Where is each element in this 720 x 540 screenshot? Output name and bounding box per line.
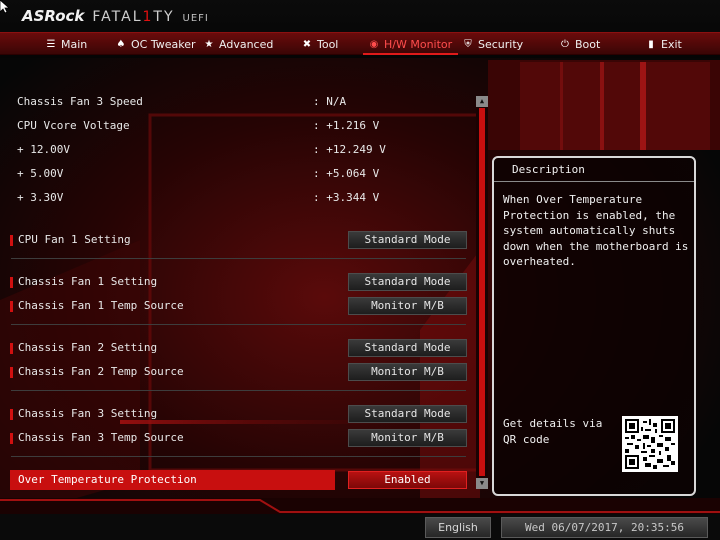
tab-boot-label: Boot — [575, 38, 601, 51]
scrollbar[interactable]: ▲ ▼ — [476, 96, 488, 489]
product-text: FATAL1TY — [92, 9, 175, 25]
scroll-thumb[interactable] — [479, 108, 485, 476]
tab-advanced-label: Advanced — [219, 38, 274, 51]
tab-boot[interactable]: ⏻ Boot — [560, 33, 600, 56]
setting-label: Over Temperature Protection — [18, 473, 197, 486]
asrock-fatal1ty-logo: ASRock FATAL1TY UEFI — [22, 7, 209, 27]
tab-security-label: Security — [478, 38, 524, 51]
divider — [11, 456, 466, 457]
tab-security[interactable]: ⛨ Security — [463, 33, 523, 56]
setting-label: Chassis Fan 1 Setting — [18, 275, 158, 288]
divider — [11, 258, 466, 259]
cpu-fan-1-setting-row[interactable]: CPU Fan 1 Setting Standard Mode — [8, 230, 478, 250]
tab-tool-label: Tool — [317, 38, 339, 51]
setting-label: Chassis Fan 3 Temp Source — [18, 431, 184, 444]
reading-label: + 3.30V — [17, 191, 64, 204]
tab-oc-tweaker-label: OC Tweaker — [131, 38, 196, 51]
rocket-icon: ♠ — [116, 38, 126, 50]
menu-icon: ☰ — [46, 38, 56, 50]
setting-value-button[interactable]: Standard Mode — [348, 231, 467, 249]
reading-value: : +3.344 V — [313, 191, 380, 204]
setting-value-button[interactable]: Monitor M/B — [348, 429, 467, 447]
setting-value-button[interactable]: Standard Mode — [348, 273, 467, 291]
header: ASRock FATAL1TY UEFI ☰ Main ♠ OC Tweaker… — [0, 0, 720, 58]
setting-label: Chassis Fan 3 Setting — [18, 407, 158, 420]
chassis-fan-3-temp-source-row[interactable]: Chassis Fan 3 Temp Source Monitor M/B — [8, 428, 478, 448]
setting-label: Chassis Fan 2 Temp Source — [18, 365, 184, 378]
setting-value-button[interactable]: Standard Mode — [348, 405, 467, 423]
tab-hw-monitor[interactable]: ◉ H/W Monitor — [362, 33, 459, 56]
exit-door-icon: ▮ — [648, 38, 654, 50]
qr-prompt-text: Get details via QR code — [503, 417, 603, 446]
description-panel: Description When Over Temperature Protec… — [492, 156, 696, 496]
reading-value: : +1.216 V — [313, 119, 380, 132]
setting-value-button[interactable]: Enabled — [348, 471, 467, 489]
setting-label: Chassis Fan 1 Temp Source — [18, 299, 184, 312]
description-title: Description — [494, 158, 694, 182]
reading-label: Chassis Fan 3 Speed — [17, 95, 143, 108]
reading-row: CPU Vcore Voltage : +1.216 V — [8, 116, 478, 136]
qr-code-icon — [622, 416, 678, 472]
chassis-fan-2-setting-row[interactable]: Chassis Fan 2 Setting Standard Mode — [8, 338, 478, 358]
datetime-display: Wed 06/07/2017, 20:35:56 — [501, 517, 708, 538]
description-text: When Over Temperature Protection is enab… — [503, 193, 689, 268]
chassis-fan-3-setting-row[interactable]: Chassis Fan 3 Setting Standard Mode — [8, 404, 478, 424]
uefi-text: UEFI — [182, 13, 209, 24]
setting-label: CPU Fan 1 Setting — [18, 233, 131, 246]
setting-label: Chassis Fan 2 Setting — [18, 341, 158, 354]
chassis-fan-2-temp-source-row[interactable]: Chassis Fan 2 Temp Source Monitor M/B — [8, 362, 478, 382]
tab-advanced[interactable]: ★ Advanced — [204, 33, 274, 56]
setting-value-button[interactable]: Standard Mode — [348, 339, 467, 357]
brand-text: ASRock — [22, 7, 85, 25]
power-icon: ⏻ — [561, 38, 569, 50]
scroll-up-arrow-icon[interactable]: ▲ — [476, 96, 488, 107]
reading-value: : +12.249 V — [313, 143, 386, 156]
divider — [11, 390, 466, 391]
tab-exit[interactable]: ▮ Exit — [646, 33, 682, 56]
reading-value: : +5.064 V — [313, 167, 380, 180]
divider — [11, 324, 466, 325]
shield-icon: ⛨ — [464, 38, 472, 50]
tab-main-label: Main — [61, 38, 88, 51]
setting-value-button[interactable]: Monitor M/B — [348, 363, 467, 381]
tab-hw-monitor-label: H/W Monitor — [384, 38, 453, 51]
setting-value-button[interactable]: Monitor M/B — [348, 297, 467, 315]
language-button[interactable]: English — [425, 517, 491, 538]
scroll-down-arrow-icon[interactable]: ▼ — [476, 478, 488, 489]
star-icon: ★ — [204, 38, 214, 50]
chassis-fan-1-setting-row[interactable]: Chassis Fan 1 Setting Standard Mode — [8, 272, 478, 292]
reading-label: CPU Vcore Voltage — [17, 119, 130, 132]
reading-row: + 12.00V : +12.249 V — [8, 140, 478, 160]
tab-tool[interactable]: ✖ Tool — [302, 33, 339, 56]
wrench-icon: ✖ — [302, 38, 312, 50]
main-nav: ☰ Main ♠ OC Tweaker ★ Advanced ✖ Tool ◉ … — [0, 32, 720, 55]
tab-oc-tweaker[interactable]: ♠ OC Tweaker — [116, 33, 196, 56]
tab-main[interactable]: ☰ Main — [46, 33, 88, 56]
reading-label: + 12.00V — [17, 143, 70, 156]
tab-exit-label: Exit — [661, 38, 682, 51]
reading-row: Chassis Fan 3 Speed : N/A — [8, 92, 478, 112]
chassis-fan-1-temp-source-row[interactable]: Chassis Fan 1 Temp Source Monitor M/B — [8, 296, 478, 316]
reading-row: + 3.30V : +3.344 V — [8, 188, 478, 208]
mouse-cursor-icon — [0, 0, 10, 14]
reading-row: + 5.00V : +5.064 V — [8, 164, 478, 184]
reading-value: : N/A — [313, 95, 347, 108]
over-temperature-protection-row[interactable]: Over Temperature Protection Enabled — [8, 470, 478, 490]
reading-label: + 5.00V — [17, 167, 64, 180]
hw-monitor-panel: Chassis Fan 3 Speed : N/A CPU Vcore Volt… — [8, 60, 478, 498]
footer: English Wed 06/07/2017, 20:35:56 — [0, 514, 720, 540]
monitor-icon: ◉ — [369, 38, 379, 50]
